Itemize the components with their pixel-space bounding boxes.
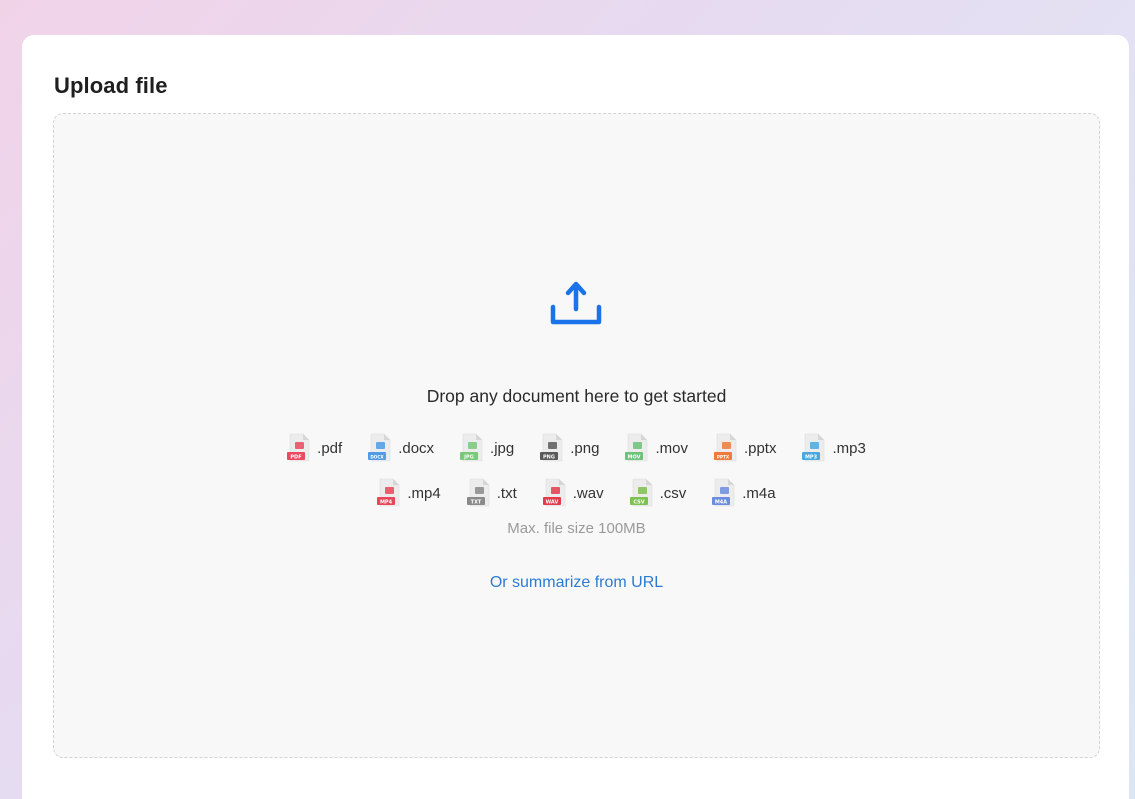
file-type-label: .txt [496,484,517,502]
drop-instructions: Drop any document here to get started [426,386,727,406]
svg-text:MOV: MOV [628,454,641,460]
pdf-file-icon: PDF [287,433,310,462]
file-type-item: TXT .txt [466,478,517,508]
svg-text:TXT: TXT [470,499,481,505]
svg-text:MP3: MP3 [805,454,818,460]
file-type-label: .jpg [490,439,515,457]
panel-title: Upload file [54,73,168,98]
mp3-file-icon: MP3 [802,433,825,462]
svg-text:M4A: M4A [715,499,727,505]
file-type-label: .csv [659,484,687,502]
file-type-label: .png [570,439,600,457]
file-dropzone[interactable]: Drop any document here to get started PD… [53,113,1100,758]
file-type-item: PPTX .pptx [713,433,777,463]
max-file-size-note: Max. file size 100MB [507,520,646,537]
txt-file-icon: TXT [466,478,490,507]
file-type-item: DOCX .docx [368,433,434,463]
file-type-label: .docx [398,439,435,457]
png-file-icon: PNG [540,433,563,462]
svg-text:MP4: MP4 [380,499,393,505]
docx-file-icon: DOCX [368,433,391,462]
wav-file-icon: WAV [542,478,566,507]
file-type-item: JPG .jpg [460,433,514,463]
file-type-item: PNG .png [540,433,599,463]
svg-text:WAV: WAV [545,499,558,505]
pptx-file-icon: PPTX [713,433,737,462]
file-type-label: .mov [655,439,688,457]
svg-text:PNG: PNG [543,454,555,460]
file-type-item: MP3 .mp3 [802,433,866,463]
upload-panel: Upload file Drop any document here to ge… [22,35,1129,799]
file-type-label: .m4a [742,484,776,502]
upload-icon [550,281,602,325]
m4a-file-icon: M4A [712,478,735,507]
file-type-item: MOV .mov [625,433,688,463]
file-type-label: .mp3 [832,439,866,457]
mov-file-icon: MOV [625,433,648,462]
svg-text:PPTX: PPTX [717,454,730,459]
file-types-row: MP4 .mp4 TXT .txt WAV .wav CSV .csv M4A .m4a [54,478,1099,508]
file-type-item: WAV .wav [542,478,604,508]
svg-text:JPG: JPG [463,454,474,460]
jpg-file-icon: JPG [460,433,483,462]
file-type-item: PDF .pdf [287,433,342,463]
file-type-item: MP4 .mp4 [377,478,441,508]
file-type-item: M4A .m4a [712,478,776,508]
svg-text:DOCX: DOCX [371,454,385,459]
file-type-item: CSV .csv [629,478,687,508]
file-type-label: .mp4 [407,484,441,502]
file-type-label: .wav [572,484,604,502]
svg-text:CSV: CSV [633,499,644,505]
csv-file-icon: CSV [629,478,652,507]
file-type-label: .pptx [743,439,777,457]
mp4-file-icon: MP4 [377,478,400,507]
file-types-row: PDF .pdf DOCX .docx JPG .jpg PNG .png MOV .mov PPT… [54,433,1099,463]
summarize-from-url-link[interactable]: Or summarize from URL [54,574,1099,592]
file-type-label: .pdf [317,439,343,457]
svg-text:PDF: PDF [291,454,302,460]
